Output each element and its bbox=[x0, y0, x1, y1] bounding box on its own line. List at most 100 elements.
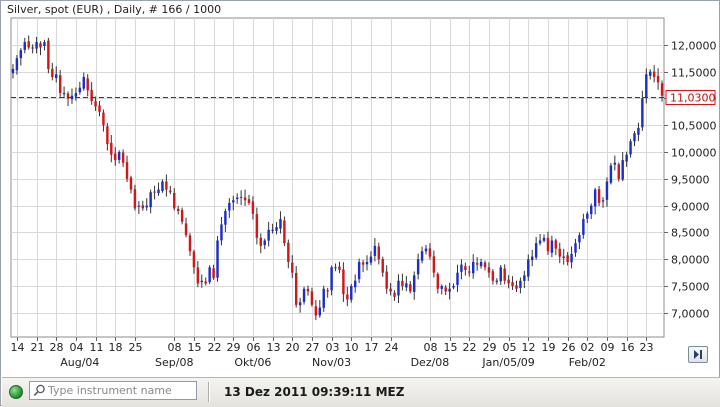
candle-body bbox=[271, 229, 274, 231]
candle-body bbox=[495, 280, 499, 283]
candle-body bbox=[208, 267, 211, 283]
candle-body bbox=[574, 243, 577, 253]
candle-body bbox=[23, 42, 26, 50]
candle-body bbox=[200, 280, 204, 283]
candle-body bbox=[570, 253, 573, 263]
candle-body bbox=[475, 263, 479, 265]
candle-body bbox=[373, 245, 377, 256]
candle-body bbox=[232, 200, 235, 203]
candle-body bbox=[114, 153, 117, 161]
x-day-label: 22 bbox=[208, 341, 222, 354]
candle-body bbox=[98, 105, 101, 112]
candle-body bbox=[456, 272, 459, 285]
candle-body bbox=[153, 191, 156, 193]
candle-body bbox=[326, 290, 329, 292]
candle-body bbox=[306, 288, 310, 292]
candle-body bbox=[464, 266, 467, 270]
x-day-label: 20 bbox=[286, 341, 300, 354]
candle-body bbox=[586, 213, 589, 219]
candle-body bbox=[176, 208, 180, 212]
x-day-label: 29 bbox=[483, 341, 497, 354]
x-day-label: 08 bbox=[168, 341, 182, 354]
candle-body bbox=[401, 280, 404, 287]
y-tick-label: 10,5000 bbox=[671, 120, 717, 133]
scroll-to-end-button[interactable] bbox=[688, 346, 708, 363]
candle-body bbox=[51, 68, 54, 77]
candle-body bbox=[483, 262, 487, 268]
candle-body bbox=[538, 240, 542, 244]
x-month-label: Okt/06 bbox=[234, 356, 271, 369]
candle-body bbox=[613, 162, 617, 165]
connection-status-icon bbox=[9, 385, 23, 399]
candle-body bbox=[491, 271, 495, 281]
candle-body bbox=[605, 181, 609, 200]
candle-body bbox=[259, 237, 263, 246]
candle-body bbox=[440, 286, 443, 289]
x-day-label: 14 bbox=[11, 341, 25, 354]
candle-body bbox=[487, 267, 491, 273]
candle-body bbox=[546, 237, 550, 252]
y-tick-label: 7,5000 bbox=[671, 281, 710, 294]
candle-body bbox=[566, 255, 569, 262]
candle-body bbox=[641, 98, 644, 128]
candle-body bbox=[141, 205, 144, 209]
candle-body bbox=[633, 133, 636, 142]
y-tick-label: 9,0000 bbox=[671, 201, 710, 214]
y-tick-label: 12,0000 bbox=[671, 40, 717, 53]
candle-body bbox=[550, 240, 554, 253]
candle-body bbox=[39, 43, 42, 48]
candle-body bbox=[216, 240, 219, 278]
search-input[interactable] bbox=[48, 383, 194, 398]
candle-body bbox=[35, 42, 38, 49]
candle-body bbox=[145, 205, 148, 208]
candle-body bbox=[287, 242, 290, 262]
candle-body bbox=[157, 189, 160, 194]
candle-body bbox=[204, 281, 207, 284]
candlestick-chart[interactable]: 7,0000 7,5000 8,0000 8,5000 9,0000 9,5000 10,0… bbox=[1, 1, 720, 377]
x-day-label: 11 bbox=[90, 341, 104, 354]
candle-body bbox=[499, 267, 502, 282]
x-day-label: 27 bbox=[306, 341, 320, 354]
candle-body bbox=[342, 269, 345, 295]
candle-body bbox=[519, 280, 522, 288]
candle-body bbox=[601, 200, 605, 202]
x-day-label: 15 bbox=[188, 341, 202, 354]
candle-body bbox=[235, 197, 239, 200]
candle-body bbox=[102, 112, 105, 126]
candle-body bbox=[291, 262, 294, 273]
instrument-search[interactable] bbox=[29, 381, 197, 400]
candle-body bbox=[78, 87, 82, 93]
candle-body bbox=[625, 154, 628, 162]
candle-body bbox=[436, 273, 440, 289]
candle-body bbox=[334, 267, 337, 269]
candle-body bbox=[412, 275, 416, 292]
x-day-label: 10 bbox=[345, 341, 359, 354]
candle-body bbox=[125, 162, 129, 179]
candle-body bbox=[558, 248, 561, 257]
candle-body bbox=[479, 261, 483, 267]
candle-body bbox=[224, 211, 227, 225]
x-day-label: 26 bbox=[562, 341, 576, 354]
chart-title: Silver, spot (EUR) , Daily, # 166 / 1000 bbox=[7, 3, 222, 16]
candle-body bbox=[542, 237, 546, 241]
candle-body bbox=[578, 235, 581, 243]
candle-body bbox=[180, 210, 184, 222]
x-day-label: 25 bbox=[129, 341, 143, 354]
y-tick-label: 10,0000 bbox=[671, 147, 717, 160]
candle-body bbox=[169, 190, 172, 193]
y-tick-label: 9,5000 bbox=[671, 174, 710, 187]
candle-body bbox=[338, 266, 341, 270]
candle-body bbox=[94, 101, 97, 107]
candle-body bbox=[251, 201, 255, 214]
x-month-label: Nov/03 bbox=[312, 356, 351, 369]
candle-body bbox=[302, 288, 306, 302]
x-month-label: Jan/05/09 bbox=[481, 356, 534, 369]
y-tick-label: 8,5000 bbox=[671, 227, 710, 240]
candle-body bbox=[173, 192, 176, 209]
candle-body bbox=[361, 262, 365, 265]
candle-body bbox=[534, 243, 538, 258]
candle-body bbox=[62, 93, 66, 95]
candle-body bbox=[468, 271, 471, 273]
candle-body bbox=[507, 279, 510, 284]
x-month-label: Dez/08 bbox=[411, 356, 450, 369]
